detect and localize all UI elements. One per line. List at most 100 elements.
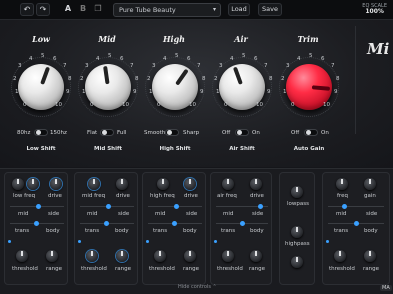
preset-name: Pure Tube Beauty (119, 6, 176, 14)
side-label: side (48, 211, 60, 217)
scale-10: 10 (55, 102, 62, 108)
air-freq-knob[interactable] (222, 178, 234, 190)
drive-label: drive (184, 193, 198, 199)
redo-button[interactable]: ↷ (36, 3, 50, 16)
highpass-knob[interactable] (291, 226, 303, 238)
scale-1: 1 (149, 89, 153, 95)
ab-b-button[interactable]: B (77, 3, 89, 16)
scale-2: 2 (281, 76, 285, 82)
range-label: range (363, 266, 379, 272)
scale-9: 9 (200, 89, 204, 95)
range-knob[interactable] (250, 250, 262, 262)
preset-dropdown[interactable]: Pure Tube Beauty ▾ (113, 3, 221, 17)
low-shift-right: 150hz (50, 130, 67, 136)
scale-6: 6 (187, 56, 191, 62)
threshold-label: threshold (12, 266, 38, 272)
auto-gain-toggle[interactable] (304, 129, 318, 136)
load-button[interactable]: Load (228, 3, 250, 16)
ab-a-button[interactable]: A (62, 3, 74, 16)
mid-side-slider[interactable] (216, 204, 268, 209)
mid-side-slider[interactable] (148, 204, 202, 209)
threshold-knob[interactable] (334, 250, 346, 262)
save-button[interactable]: Save (258, 3, 282, 16)
high-shift-toggle[interactable] (165, 129, 179, 136)
mid-side-slider[interactable] (328, 204, 384, 209)
high-freq-knob[interactable] (157, 178, 169, 190)
drive-label: drive (116, 193, 130, 199)
threshold-knob[interactable] (16, 250, 28, 262)
side-freq-knob[interactable] (336, 178, 348, 190)
trans-body-slider[interactable] (148, 221, 202, 226)
expand-indicator[interactable] (8, 240, 11, 243)
mid-drive-knob[interactable] (116, 178, 128, 190)
range-knob[interactable] (46, 250, 58, 262)
lowpass-knob[interactable] (291, 186, 303, 198)
trans-body-slider[interactable] (10, 221, 64, 226)
threshold-knob[interactable] (222, 250, 234, 262)
air-shift-toggle[interactable] (235, 129, 249, 136)
band-title-mid: Mid (98, 34, 116, 44)
scale-3: 3 (18, 63, 22, 69)
mid-label: mid (223, 211, 234, 217)
air-drive-knob[interactable] (250, 178, 262, 190)
scale-6: 6 (254, 56, 258, 62)
section-divider (355, 26, 356, 134)
high-drive-knob[interactable] (184, 178, 196, 190)
eq-scale-value: 100% (365, 8, 384, 15)
low-small-knob[interactable] (12, 178, 24, 190)
expand-indicator[interactable] (214, 240, 217, 243)
scale-0: 0 (90, 102, 94, 108)
range-knob[interactable] (116, 250, 128, 262)
threshold-knob[interactable] (86, 250, 98, 262)
scale-2: 2 (80, 76, 84, 82)
hide-controls-label: Hide controls (178, 284, 211, 290)
drive-label: drive (250, 193, 264, 199)
chevron-down-icon: ▾ (212, 6, 216, 13)
band-title-low: Low (32, 34, 50, 44)
low-freq-knob[interactable] (27, 178, 39, 190)
scale-7: 7 (197, 63, 201, 69)
chevron-up-icon: ⌃ (212, 284, 217, 290)
ma-badge[interactable]: MA (380, 285, 392, 291)
eq-scale[interactable]: EQ SCALE 100% (362, 3, 387, 15)
threshold-label: threshold (149, 266, 175, 272)
band-title-high: High (162, 34, 185, 44)
trans-label: trans (85, 228, 100, 234)
range-knob[interactable] (364, 250, 376, 262)
trans-label: trans (153, 228, 168, 234)
undo-button[interactable]: ↶ (20, 3, 34, 16)
high-shift-label: High Shift (159, 146, 191, 152)
trans-label: trans (334, 228, 349, 234)
range-knob[interactable] (184, 250, 196, 262)
mid-side-slider[interactable] (80, 204, 134, 209)
air-freq-label: air freq (217, 193, 237, 199)
trans-body-slider[interactable] (216, 221, 268, 226)
expand-indicator[interactable] (78, 240, 81, 243)
side-gain-knob[interactable] (364, 178, 376, 190)
mid-freq-knob[interactable] (88, 178, 100, 190)
scale-6: 6 (53, 56, 57, 62)
trans-body-slider[interactable] (328, 221, 384, 226)
scale-4: 4 (163, 56, 167, 62)
freq-label: freq (337, 193, 348, 199)
side-label: side (366, 211, 378, 217)
low-shift-toggle[interactable] (34, 129, 48, 136)
threshold-knob[interactable] (154, 250, 166, 262)
trans-body-slider[interactable] (80, 221, 134, 226)
hide-controls-button[interactable]: Hide controls ⌃ (178, 284, 217, 290)
scale-5: 5 (242, 53, 246, 59)
expand-indicator[interactable] (326, 240, 329, 243)
band-title-trim: Trim (297, 34, 319, 44)
expand-indicator[interactable] (146, 240, 149, 243)
copy-icon[interactable]: ❐ (92, 3, 104, 16)
high-freq-label: high freq (150, 193, 175, 199)
scale-9: 9 (334, 89, 338, 95)
highpass-label: highpass (285, 241, 310, 247)
mid-shift-toggle[interactable] (100, 129, 114, 136)
drive-knob[interactable] (50, 178, 62, 190)
mid-side-slider[interactable] (10, 204, 64, 209)
filter-extra-knob[interactable] (291, 256, 303, 268)
gain-label: gain (364, 193, 376, 199)
scale-3: 3 (219, 63, 223, 69)
auto-gain-left: Off (291, 130, 300, 136)
